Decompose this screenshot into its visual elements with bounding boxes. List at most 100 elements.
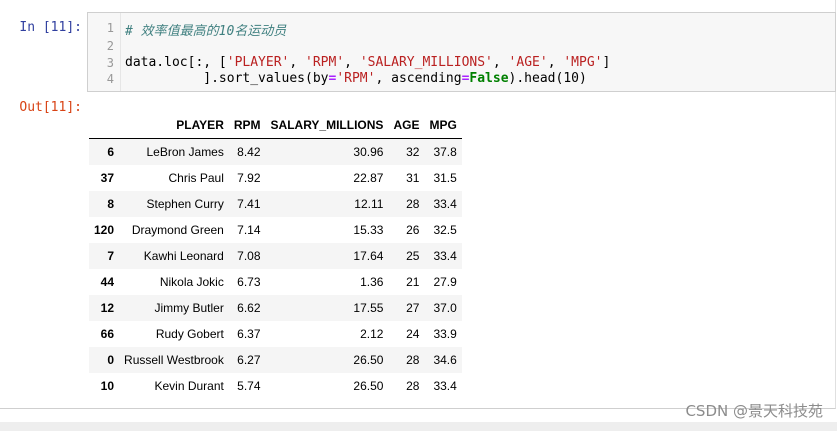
cell-rpm: 7.92 [237, 171, 261, 185]
cell-salary: 26.50 [353, 379, 384, 393]
table-row: 12 Jimmy Butler 6.62 17.55 27 37.0 [89, 295, 462, 321]
code-text: ] [602, 55, 611, 70]
cell-rpm: 6.62 [237, 301, 261, 315]
code-editor[interactable]: 1 2 3 4 # 效率值最高的10名运动员 data.loc[:, ['PLA… [87, 12, 836, 92]
cell-mpg: 37.0 [433, 301, 457, 315]
column-header-age: AGE [388, 112, 425, 139]
column-header-player: PLAYER [119, 112, 229, 139]
code-string: 'SALARY_MILLIONS' [359, 55, 493, 70]
column-header-mpg: MPG [424, 112, 462, 139]
code-string: 'PLAYER' [226, 55, 290, 70]
code-text: data.loc[:, [ [125, 55, 227, 70]
code-text: ].sort_values(by [125, 71, 329, 86]
cell-mpg: 37.8 [433, 145, 457, 159]
line-number: 4 [106, 72, 114, 86]
cell-age: 21 [406, 275, 420, 289]
column-header-salary: SALARY_MILLIONS [265, 112, 389, 139]
cell-mpg: 33.4 [433, 249, 457, 263]
cell-salary: 30.96 [353, 145, 384, 159]
code-text: , [289, 55, 306, 70]
cell-rpm: 7.08 [237, 249, 261, 263]
table-row: 44 Nikola Jokic 6.73 1.36 21 27.9 [89, 269, 462, 295]
bottom-divider [0, 422, 837, 431]
cell-mpg: 27.9 [433, 275, 457, 289]
code-comment: # 效率值最高的10名运动员 [125, 24, 287, 39]
table-row: 37 Chris Paul 7.92 22.87 31 31.5 [89, 165, 462, 191]
cell-salary: 2.12 [360, 327, 384, 341]
cell-rpm: 6.37 [237, 327, 261, 341]
cell-rpm: 8.42 [237, 145, 261, 159]
cell-player: Rudy Gobert [155, 327, 224, 341]
cell-age: 28 [406, 379, 420, 393]
cell-player: LeBron James [146, 145, 224, 159]
cell-player: Chris Paul [168, 171, 224, 185]
row-index: 44 [100, 275, 115, 289]
cell-rpm: 7.41 [237, 197, 261, 211]
cell-player: Nikola Jokic [159, 275, 224, 289]
table-row: 8 Stephen Curry 7.41 12.11 28 33.4 [89, 191, 462, 217]
cell-mpg: 32.5 [433, 223, 457, 237]
code-string: 'RPM' [336, 71, 376, 86]
row-index: 12 [100, 301, 115, 315]
cell-rpm: 6.73 [237, 275, 261, 289]
cell-mpg: 33.9 [433, 327, 457, 341]
code-text: , ascending [375, 71, 462, 86]
code-string: 'RPM' [305, 55, 345, 70]
cell-rpm: 7.14 [237, 223, 261, 237]
code-text: ).head(10) [508, 71, 587, 86]
code-string: 'MPG' [563, 55, 603, 70]
cell-player: Kevin Durant [154, 379, 224, 393]
row-index: 6 [107, 145, 115, 159]
row-index: 10 [100, 379, 115, 393]
table-row: 120 Draymond Green 7.14 15.33 26 32.5 [89, 217, 462, 243]
cell-salary: 1.36 [360, 275, 384, 289]
code-line-sort: ].sort_values(by='RPM', ascending=False)… [125, 71, 587, 86]
row-index: 8 [107, 197, 115, 211]
cell-salary: 17.55 [353, 301, 384, 315]
cell-rpm: 5.74 [237, 379, 261, 393]
cell-player: Kawhi Leonard [143, 249, 224, 263]
cell-age: 27 [406, 301, 420, 315]
cell-mpg: 34.6 [433, 353, 457, 367]
input-prompt: In [11]: [19, 20, 82, 35]
output-prompt: Out[11]: [19, 100, 82, 115]
code-string: 'AGE' [508, 55, 548, 70]
row-index: 120 [94, 223, 115, 237]
cell-age: 25 [406, 249, 420, 263]
cell-age: 32 [406, 145, 420, 159]
cell-salary: 17.64 [353, 249, 384, 263]
table-row: 10 Kevin Durant 5.74 26.50 28 33.4 [89, 373, 462, 399]
cell-age: 24 [406, 327, 420, 341]
cell-age: 26 [406, 223, 420, 237]
cell-age: 28 [406, 197, 420, 211]
column-header-index [89, 112, 120, 139]
cell-mpg: 33.4 [433, 197, 457, 211]
table-row: 6 LeBron James 8.42 30.96 32 37.8 [89, 138, 462, 165]
line-number: 1 [106, 21, 114, 35]
code-text: , [492, 55, 509, 70]
cell-player: Russell Westbrook [124, 353, 224, 367]
line-number: 2 [106, 39, 114, 53]
code-text: , [344, 55, 360, 70]
cell-salary: 22.87 [353, 171, 384, 185]
code-line-comment: # 效率值最高的10名运动员 [125, 20, 286, 39]
cell-salary: 26.50 [353, 353, 384, 367]
code-keyword: False [469, 71, 509, 86]
cell-salary: 12.11 [354, 197, 384, 211]
cell-salary: 15.33 [353, 223, 384, 237]
watermark: CSDN @景天科技苑 [685, 402, 823, 420]
table-row: 66 Rudy Gobert 6.37 2.12 24 33.9 [89, 321, 462, 347]
table-row: 0 Russell Westbrook 6.27 26.50 28 34.6 [89, 347, 462, 373]
column-header-rpm: RPM [228, 112, 266, 139]
cell-age: 28 [406, 353, 420, 367]
row-index: 37 [100, 171, 115, 185]
row-index: 0 [107, 353, 115, 367]
cell-player: Jimmy Butler [154, 301, 224, 315]
row-index: 7 [107, 249, 115, 263]
cell-mpg: 33.4 [433, 379, 457, 393]
cell-mpg: 31.5 [433, 171, 457, 185]
line-number: 3 [106, 56, 114, 70]
cell-player: Draymond Green [131, 223, 224, 237]
row-index: 66 [100, 327, 115, 341]
cell-player: Stephen Curry [146, 197, 224, 211]
